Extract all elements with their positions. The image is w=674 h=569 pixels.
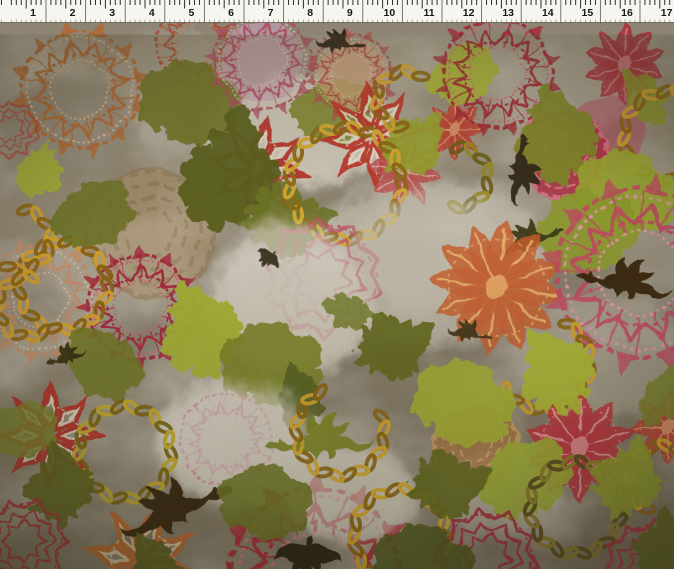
ruler-number: 8 [307, 7, 313, 19]
fabric-swatch: 1234567891011121314151617 [0, 0, 674, 569]
ruler-number: 14 [542, 7, 554, 19]
ruler-number: 3 [109, 7, 115, 19]
ruler-number: 2 [70, 7, 76, 19]
ruler-number: 10 [384, 7, 396, 19]
ruler-number: 6 [228, 7, 234, 19]
ruler-number: 16 [621, 7, 633, 19]
ruler-number: 1 [30, 7, 36, 19]
ruler-number: 17 [661, 7, 673, 19]
fabric-print [0, 23, 674, 569]
ruler-number: 15 [582, 7, 594, 19]
ruler-number: 11 [423, 7, 434, 19]
ruler-number: 9 [347, 7, 353, 19]
ruler-number: 5 [188, 7, 194, 19]
ruler-number: 13 [502, 7, 514, 19]
ruler-number: 4 [149, 7, 155, 19]
ruler-svg: 1234567891011121314151617 [0, 0, 674, 23]
ruler-number: 7 [268, 7, 274, 19]
ruler: 1234567891011121314151617 [0, 0, 674, 23]
ruler-number: 12 [463, 7, 475, 19]
fabric-print-svg [0, 23, 674, 569]
